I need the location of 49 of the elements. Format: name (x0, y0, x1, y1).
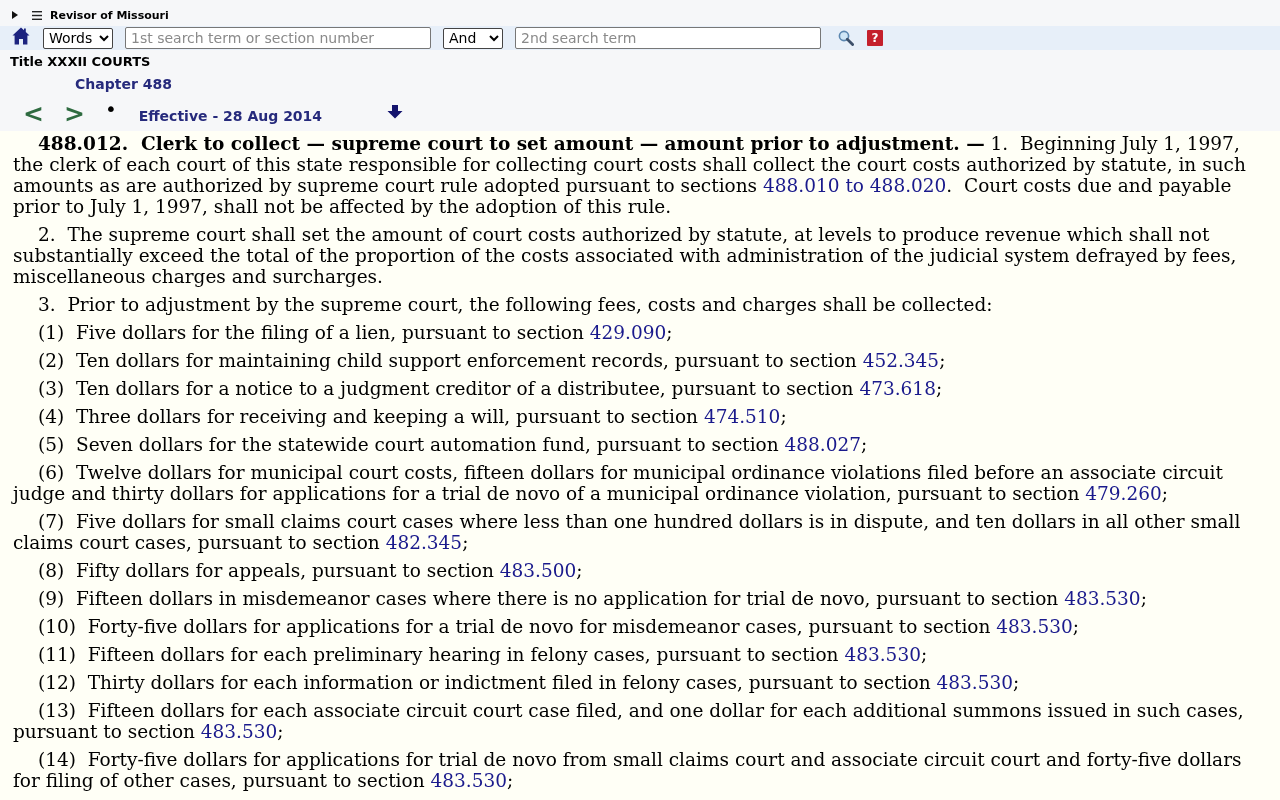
bullet-mark: • (104, 98, 117, 119)
section-link[interactable]: 488.027 (784, 434, 862, 455)
section-link[interactable]: 483.530 (996, 616, 1073, 637)
section-link[interactable]: 488.010 to 488.020 (763, 175, 947, 196)
statute-paragraph: (9) Fifteen dollars in misdemeanor cases where there is no application for trial de novo, pursuant to section 483.530; (37, 588, 1148, 609)
section-link[interactable]: 483.530 (200, 721, 278, 742)
section-link[interactable]: 483.530 (936, 672, 1014, 693)
site-title[interactable]: Revisor of Missouri (50, 8, 169, 22)
statute-paragraph: (6) Twelve dollars for municipal court costs, fifteen dollars for municipal ordinance violations filed before an associate circuit judge and thirty dollars for applications for a trial de novo of a municipal ordinance violation, pursuant to section 479.260; (13, 462, 1224, 504)
section-link[interactable]: 452.345 (862, 350, 940, 371)
statute-paragraph: (14) Forty-five dollars for applications for trial de novo from small claims court and associate circuit court and forty-five dollars for filing of other cases, pursuant to section 483.530; (13, 749, 1243, 791)
previous-link[interactable]: < (23, 101, 44, 126)
menu-icon[interactable] (32, 10, 42, 20)
statute-paragraph: 3. Prior to adjustment by the supreme court, the following fees, costs and charges shall be collected: (37, 294, 994, 315)
down-arrow-icon[interactable] (387, 104, 404, 119)
search-field[interactable]: 2nd search term (515, 27, 821, 49)
title-heading: Title XXXII COURTS (10, 53, 151, 69)
mode-dropdown[interactable]: Words (43, 27, 113, 49)
statute-paragraph: (1) Five dollars for the filing of a lien, pursuant to section 429.090; (37, 322, 674, 343)
search-field[interactable]: 1st search term or section number (125, 27, 431, 49)
section-link[interactable]: 483.530 (1064, 588, 1141, 609)
section-link[interactable]: 429.090 (589, 322, 667, 343)
search-icon[interactable] (838, 30, 854, 46)
expand-triangle-icon[interactable] (12, 11, 18, 19)
statute-paragraph: (13) Fifteen dollars for each associate circuit court case filed, and one dollar for each additional summons issued in such cases, pursuant to section 483.530; (13, 700, 1245, 742)
statute-paragraph: (5) Seven dollars for the statewide court automation fund, pursuant to section 488.027; (37, 434, 869, 455)
next-link[interactable]: > (63, 101, 85, 126)
section-link[interactable]: 473.618 (859, 378, 936, 399)
section-link[interactable]: 474.510 (703, 406, 781, 427)
statute-paragraph: (4) Three dollars for receiving and keeping a will, pursuant to section 474.510; (37, 406, 788, 427)
statute-paragraph: (8) Fifty dollars for appeals, pursuant to section 483.500; (37, 560, 584, 581)
effective-date: Effective - 28 Aug 2014 (138, 107, 323, 124)
statute-paragraph: (2) Ten dollars for maintaining child support enforcement records, pursuant to section 452.345; (37, 350, 947, 371)
statute-paragraph: (11) Fifteen dollars for each preliminary hearing in felony cases, pursuant to section 483.530; (37, 644, 929, 665)
section-link[interactable]: 482.345 (385, 532, 463, 553)
home-icon[interactable] (12, 27, 30, 45)
statute-paragraph: (10) Forty-five dollars for applications for a trial de novo for misdemeanor cases, pursuant to section 483.530; (37, 616, 1081, 637)
chapter-link[interactable]: Chapter 488 (75, 76, 172, 92)
statute-paragraph: 488.012. Clerk to collect — supreme court to set amount — amount prior to adjustment. — 1. Beginning July 1, 1997, the clerk of each court of this state responsible for collecting court costs shall collect the court costs authorized by statute, in such amounts as are authorized by supreme court rule adopted pursuant to sections 488.010 to 488.020. Court costs due and payable prior to July 1, 1997, shall not be affected by the adoption of this rule. (13, 133, 1247, 217)
section-link[interactable]: 483.500 (499, 560, 577, 581)
operator-dropdown[interactable]: And (443, 27, 503, 49)
statute-paragraph: (12) Thirty dollars for each information or indictment filed in felony cases, pursuant to section 483.530; (37, 672, 1021, 693)
statute-paragraph: (7) Five dollars for small claims court cases where less than one hundred dollars is in dispute, and ten dollars in all other small claims court cases, pursuant to section 482.345; (13, 511, 1242, 553)
section-link[interactable]: 483.530 (430, 770, 507, 791)
section-link[interactable]: 479.260 (1085, 483, 1162, 504)
help-button[interactable]: ? (867, 30, 883, 46)
statute-paragraph: 2. The supreme court shall set the amount of court costs authorized by statute, at levels to produce revenue which shall not substantially exceed the total of the proportion of the costs associated with administration of the judicial system defrayed by fees, miscellaneous charges and surcharges. (13, 224, 1238, 287)
section-link[interactable]: 483.530 (844, 644, 921, 665)
statute-paragraph: (3) Ten dollars for a notice to a judgment creditor of a distributee, pursuant to section 473.618; (37, 378, 944, 399)
